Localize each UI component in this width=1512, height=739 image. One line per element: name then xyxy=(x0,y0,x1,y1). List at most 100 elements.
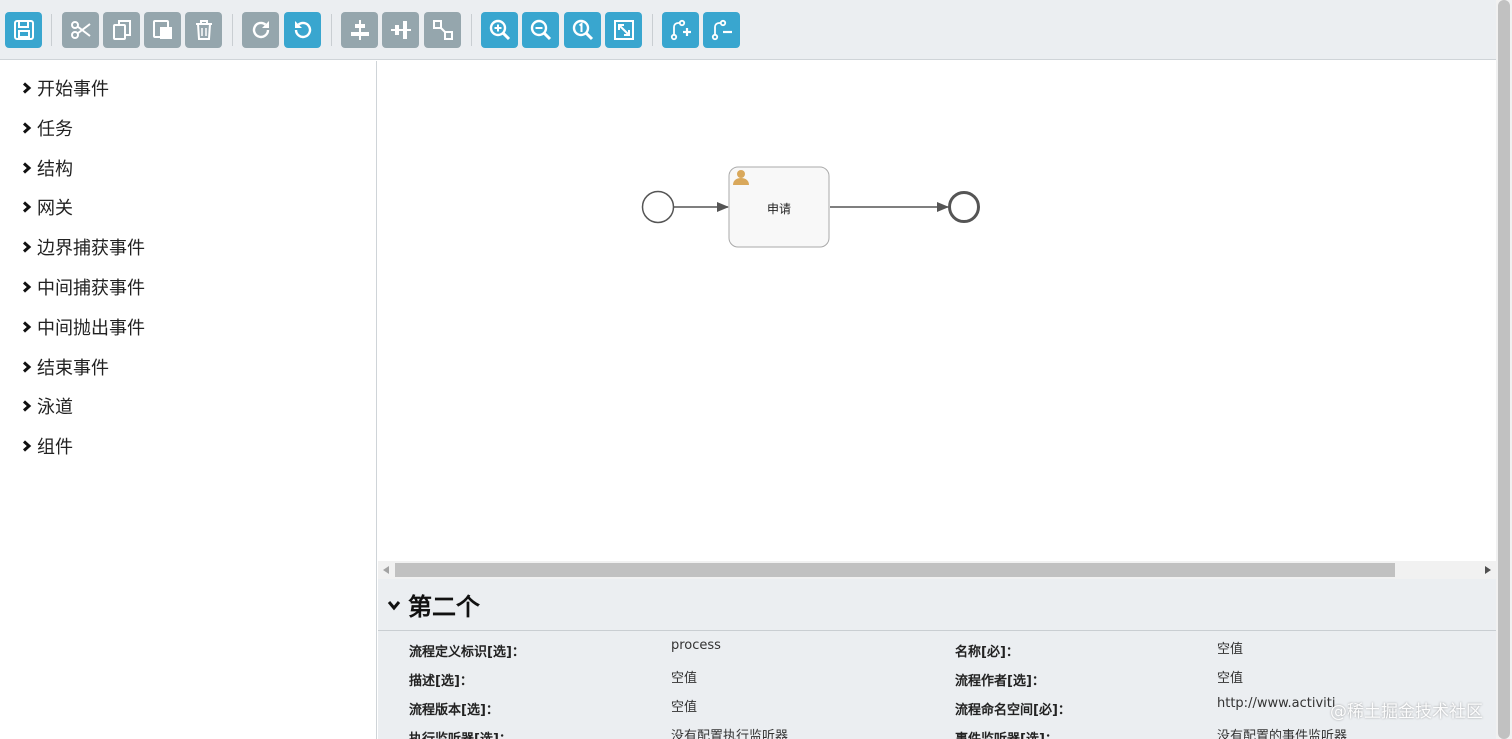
scroll-right-arrow-icon[interactable] xyxy=(1480,561,1496,579)
properties-title: 第二个 xyxy=(408,593,480,621)
task-label: 申请 xyxy=(767,202,792,216)
properties-panel: 第二个 流程定义标识[选]： process 名称[必]： 空值 描述[选]： 空值 流程作… xyxy=(378,579,1496,739)
copy-button[interactable] xyxy=(103,12,140,48)
property-value[interactable]: 没有配置执行监听器 xyxy=(671,725,788,739)
chevron-right-icon xyxy=(22,400,32,413)
palette-group-label: 泳道 xyxy=(37,397,73,419)
chevron-right-icon xyxy=(22,122,32,134)
align-horizontal-button[interactable] xyxy=(341,12,378,48)
toolbar xyxy=(0,0,1496,60)
toolbar-separator xyxy=(51,14,52,46)
property-value[interactable]: 空值 xyxy=(1217,667,1243,686)
palette-group[interactable]: 中间捕获事件 xyxy=(22,275,145,299)
canvas-scrollbar-thumb[interactable] xyxy=(395,563,1395,577)
redo-icon xyxy=(252,21,269,39)
palette-group-label: 任务 xyxy=(37,118,73,140)
align-vertical-icon xyxy=(390,21,411,39)
property-label: 流程版本[选]： xyxy=(409,703,499,718)
undo-button[interactable] xyxy=(284,12,321,48)
palette-group-label: 网关 xyxy=(37,198,73,220)
property-label: 流程作者[选]： xyxy=(955,674,1045,689)
property-value[interactable]: 空值 xyxy=(671,667,697,686)
shape-palette: 开始事件任务结构网关边界捕获事件 中间捕获事件 中间抛出事件 结束事件泳道组件 xyxy=(0,61,377,739)
palette-group[interactable]: 边界捕获事件 xyxy=(22,235,145,259)
palette-group-label: 中间捕获事件 xyxy=(37,278,145,299)
toolbar-separator xyxy=(232,14,233,46)
zoom-in-button[interactable] xyxy=(481,12,518,48)
palette-group-label: 组件 xyxy=(37,437,73,459)
property-value[interactable]: process xyxy=(671,638,721,653)
palette-group-label: 结构 xyxy=(37,158,73,180)
page-scrollbar-thumb[interactable] xyxy=(1498,0,1510,739)
palette-group-label: 中间抛出事件 xyxy=(37,317,145,339)
add-bendpoint-icon xyxy=(670,19,691,41)
property-label: 流程定义标识[选]： xyxy=(409,645,525,660)
zoom-actual-button[interactable] xyxy=(564,12,601,48)
align-horizontal-icon xyxy=(350,20,369,40)
zoom-out-button[interactable] xyxy=(522,12,559,48)
palette-group-label: 边界捕获事件 xyxy=(37,238,145,260)
canvas-horizontal-scrollbar[interactable] xyxy=(378,561,1496,579)
palette-group-label: 结束事件 xyxy=(37,357,109,379)
diagram-canvas[interactable]: 申请 xyxy=(378,61,1496,561)
zoom-in-icon xyxy=(489,19,510,41)
chevron-right-icon xyxy=(22,281,32,293)
property-value[interactable]: 空值 xyxy=(1217,638,1243,657)
palette-group[interactable]: 网关 xyxy=(22,195,73,219)
property-label: 描述[选]： xyxy=(409,674,473,689)
fit-screen-icon xyxy=(613,20,634,40)
chevron-down-icon xyxy=(387,600,401,610)
zoom-fit-button[interactable] xyxy=(605,12,642,48)
property-label: 事件监听器[选]： xyxy=(955,728,1058,739)
trash-icon xyxy=(195,20,212,40)
property-label: 流程命名空间[必]： xyxy=(955,703,1071,718)
delete-button[interactable] xyxy=(185,12,222,48)
remove-bendpoint-icon xyxy=(711,19,732,41)
paste-button[interactable] xyxy=(144,12,181,48)
chevron-right-icon xyxy=(22,440,32,452)
zoom-out-icon xyxy=(530,19,551,41)
properties-header[interactable]: 第二个 xyxy=(378,579,1496,631)
palette-group[interactable]: 开始事件 xyxy=(22,76,109,100)
chevron-right-icon xyxy=(22,321,32,333)
chevron-right-icon xyxy=(22,241,32,253)
chevron-right-icon xyxy=(22,82,32,94)
page-scrollbar[interactable] xyxy=(1496,0,1512,739)
undo-icon xyxy=(294,21,311,39)
remove-bendpoint-button[interactable] xyxy=(703,12,740,48)
scroll-left-arrow-icon[interactable] xyxy=(378,561,394,579)
toolbar-separator xyxy=(331,14,332,46)
watermark: @稀土掘金技术社区 xyxy=(1330,702,1483,722)
floppy-disk-icon xyxy=(13,20,34,40)
zoom-actual-icon xyxy=(572,19,593,41)
property-value[interactable]: http://www.activiti xyxy=(1217,696,1336,711)
property-value[interactable]: 没有配置的事件监听器 xyxy=(1217,725,1347,739)
cut-button[interactable] xyxy=(62,12,99,48)
toolbar-separator xyxy=(471,14,472,46)
add-bendpoint-button[interactable] xyxy=(662,12,699,48)
align-vertical-button[interactable] xyxy=(382,12,419,48)
palette-group[interactable]: 任务 xyxy=(22,116,73,140)
same-size-button[interactable] xyxy=(424,12,461,48)
start-event[interactable] xyxy=(641,190,675,224)
bpmn-diagram xyxy=(641,166,980,248)
end-event[interactable] xyxy=(948,191,980,223)
palette-group[interactable]: 组件 xyxy=(22,434,73,458)
palette-group-label: 开始事件 xyxy=(37,79,109,100)
property-label: 执行监听器[选]： xyxy=(409,728,512,739)
palette-group[interactable]: 泳道 xyxy=(22,394,73,418)
palette-group[interactable]: 结构 xyxy=(22,156,73,180)
chevron-right-icon xyxy=(22,201,32,214)
palette-group[interactable]: 中间抛出事件 xyxy=(22,315,145,339)
toolbar-separator xyxy=(652,14,653,46)
chevron-right-icon xyxy=(22,161,32,174)
resize-icon xyxy=(432,20,453,40)
scissors-icon xyxy=(70,21,91,39)
save-button[interactable] xyxy=(5,12,42,48)
palette-group[interactable]: 结束事件 xyxy=(22,355,109,379)
chevron-right-icon xyxy=(22,360,32,373)
paste-icon xyxy=(152,20,172,39)
redo-button[interactable] xyxy=(242,12,279,48)
property-value[interactable]: 空值 xyxy=(671,696,697,715)
copy-icon xyxy=(112,20,131,40)
